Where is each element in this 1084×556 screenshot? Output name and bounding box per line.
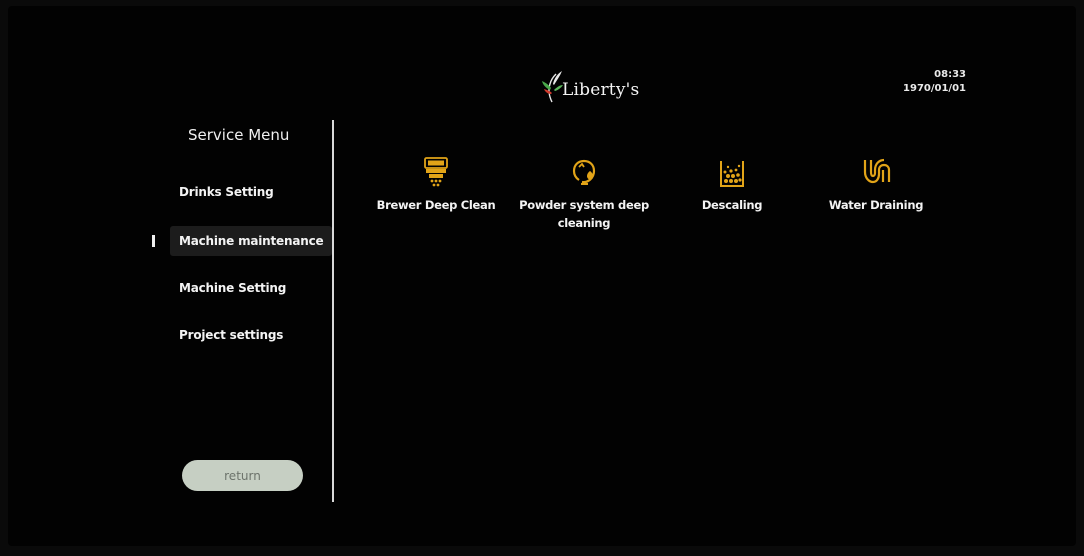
brand-name: Liberty's	[562, 80, 640, 100]
sidebar-item-project-settings[interactable]: Project settings	[170, 320, 332, 350]
powder-cleaning-icon	[572, 159, 596, 185]
water-drain-icon	[863, 158, 891, 184]
sidebar-item-label: Machine Setting	[179, 281, 287, 295]
bird-logo-icon	[542, 71, 563, 103]
tile-label: Powder system deep cleaning	[519, 198, 649, 230]
sidebar-divider	[332, 120, 334, 502]
sidebar-item-machine-setting[interactable]: Machine Setting	[170, 273, 332, 303]
tile-water-draining[interactable]: Water Draining	[806, 152, 946, 214]
sidebar-item-drinks-setting[interactable]: Drinks Setting	[170, 177, 332, 207]
return-button-label: return	[224, 468, 261, 483]
sidebar-item-label: Machine maintenance	[179, 234, 324, 248]
tile-label: Water Draining	[828, 198, 924, 212]
descaling-icon	[720, 161, 744, 187]
sidebar-item-label: Drinks Setting	[179, 185, 274, 199]
sidebar-item-label: Project settings	[179, 328, 284, 342]
tile-label: Brewer Deep Clean	[376, 198, 496, 212]
tile-descaling[interactable]: Descaling	[662, 152, 802, 214]
clock: 08:33 1970/01/01	[903, 68, 966, 96]
return-button[interactable]: return	[182, 460, 303, 491]
tile-brewer-deep-clean[interactable]: Brewer Deep Clean	[366, 152, 506, 214]
active-item-indicator	[152, 235, 155, 247]
sidebar-item-machine-maintenance[interactable]: Machine maintenance	[170, 226, 332, 256]
coffee-brewer-icon	[424, 157, 448, 187]
brand-logo: Liberty's	[540, 64, 639, 104]
tile-powder-system-deep-cleaning[interactable]: Powder system deep cleaning	[514, 152, 654, 232]
clock-time: 08:33	[934, 69, 966, 80]
clock-date: 1970/01/01	[903, 83, 966, 94]
service-menu-title: Service Menu	[188, 126, 290, 144]
tile-label: Descaling	[701, 198, 763, 212]
